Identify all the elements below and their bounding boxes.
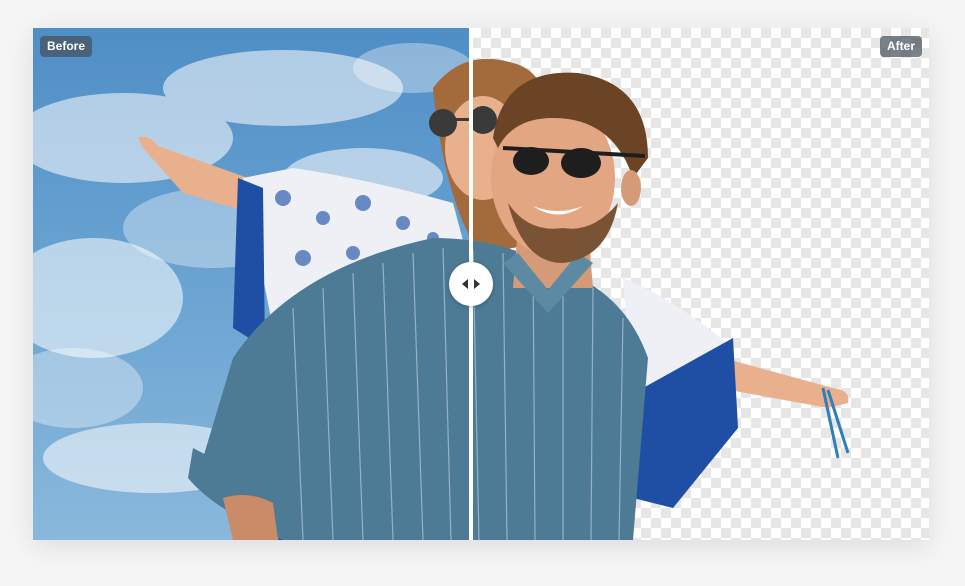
slider-handle[interactable] [449, 262, 493, 306]
before-photo [33, 28, 471, 540]
after-image [471, 28, 929, 540]
after-label: After [879, 36, 922, 57]
before-image [33, 28, 471, 540]
after-photo [471, 58, 850, 540]
before-after-comparison[interactable]: Before After [33, 28, 929, 540]
left-right-arrows-icon [462, 279, 480, 289]
before-label: Before [40, 36, 93, 57]
